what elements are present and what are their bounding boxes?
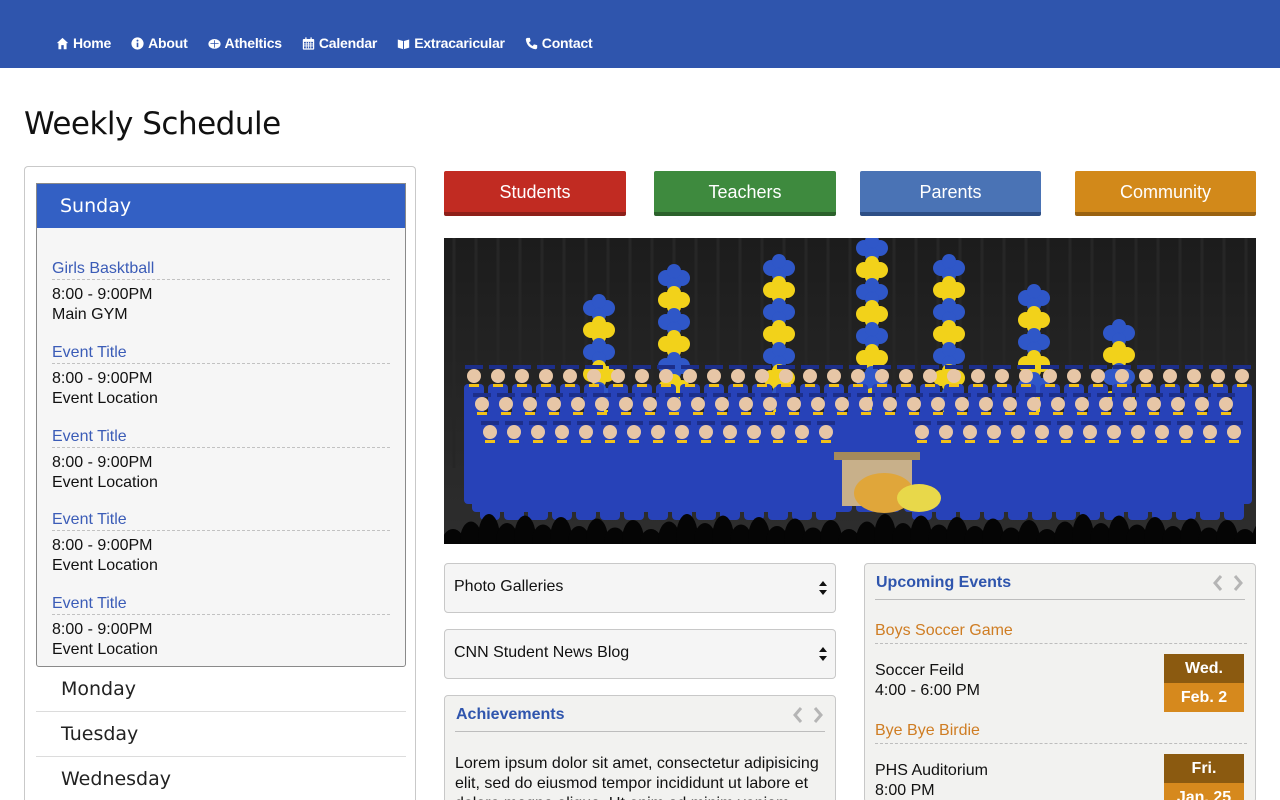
date-badge-date: Feb. 2 <box>1164 683 1244 712</box>
widget-title: Upcoming Events <box>876 574 1012 591</box>
schedule-event: Event Title 8:00 - 9:00PM Event Location <box>52 428 390 492</box>
chevron-left-icon[interactable] <box>1211 574 1225 592</box>
select-value: Photo Galleries <box>454 578 564 595</box>
day-row-monday[interactable]: Monday <box>36 667 406 712</box>
photo-galleries-select[interactable]: Photo Galleries <box>444 563 836 613</box>
event-location: Main GYM <box>52 305 128 323</box>
widget-divider <box>875 599 1245 600</box>
nav-item-contact[interactable]: Contact <box>525 35 593 51</box>
weekly-schedule-panel: Sunday Girls Basktball 8:00 - 9:00PM Mai… <box>24 166 416 800</box>
nav-item-about[interactable]: About <box>131 35 188 51</box>
calendar-icon <box>302 36 315 50</box>
graduation-illustration <box>444 238 1256 544</box>
schedule-event: Girls Basktball 8:00 - 9:00PM Main GYM <box>52 260 390 324</box>
date-badge-weekday: Fri. <box>1164 754 1244 783</box>
nav-item-label: Contact <box>541 35 593 51</box>
date-badge: Fri. Jan. 25 <box>1164 754 1244 800</box>
widget-title: Achievements <box>456 706 565 723</box>
teachers-button[interactable]: Teachers <box>654 171 836 216</box>
hero-graduation-photo <box>444 238 1256 544</box>
nav-item-label: About <box>148 35 188 51</box>
nav-item-calendar[interactable]: Calendar <box>302 35 377 51</box>
event-time: 8:00 - 9:00PM <box>52 621 153 638</box>
date-badge-date: Jan. 25 <box>1164 783 1244 800</box>
event-location: Event Location <box>52 640 158 658</box>
widget-nav <box>785 706 825 724</box>
nav-item-home[interactable]: Home <box>56 35 111 51</box>
extracurricular-icon <box>398 38 410 49</box>
widget-nav <box>1205 574 1245 592</box>
upcoming-event: Bye Bye Birdie PHS Auditorium 8:00 PM Fr… <box>875 722 1247 800</box>
event-time: 8:00 - 9:00PM <box>52 537 153 554</box>
event-time: 8:00 - 9:00PM <box>52 370 153 387</box>
nav-item-extracurricular[interactable]: Extracaricular <box>397 35 505 51</box>
event-title-link[interactable]: Event Title <box>52 428 390 448</box>
nav-menu: Home About Atheltics Calendar Extracaric… <box>56 35 613 51</box>
phone-icon <box>525 37 537 49</box>
nav-item-label: Home <box>73 35 112 51</box>
chevron-right-icon[interactable] <box>1231 574 1245 592</box>
chevron-right-icon[interactable] <box>811 706 825 724</box>
date-badge: Wed. Feb. 2 <box>1164 654 1244 712</box>
event-location: Event Location <box>52 556 158 574</box>
athletics-icon <box>207 38 221 49</box>
day-panel-active: Sunday Girls Basktball 8:00 - 9:00PM Mai… <box>36 183 406 667</box>
event-title-link[interactable]: Girls Basktball <box>52 260 390 280</box>
nav-item-label: Atheltics <box>224 35 283 51</box>
day-row-wednesday[interactable]: Wednesday <box>36 757 406 800</box>
event-title-link[interactable]: Event Title <box>52 344 390 364</box>
select-arrows-icon <box>819 581 827 595</box>
info-icon <box>131 36 144 50</box>
students-button[interactable]: Students <box>444 171 626 216</box>
home-icon <box>56 37 69 49</box>
nav-item-label: Extracaricular <box>414 35 505 51</box>
event-location: Event Location <box>52 389 158 407</box>
select-arrows-icon <box>819 647 827 661</box>
select-value: CNN Student News Blog <box>454 644 630 661</box>
schedule-event: Event Title 8:00 - 9:00PM Event Location <box>52 511 390 575</box>
date-badge-weekday: Wed. <box>1164 654 1244 683</box>
page-title: Weekly Schedule <box>24 106 281 142</box>
parents-button[interactable]: Parents <box>860 171 1041 216</box>
upcoming-event-title[interactable]: Bye Bye Birdie <box>875 722 1247 744</box>
upcoming-events-widget: Upcoming Events Boys Soccer Game Soccer … <box>864 563 1256 800</box>
event-time: 8:00 - 9:00PM <box>52 286 153 303</box>
event-title-link[interactable]: Event Title <box>52 595 390 615</box>
nav-item-label: Calendar <box>318 35 378 51</box>
day-row-tuesday[interactable]: Tuesday <box>36 712 406 757</box>
nav-item-athletics[interactable]: Atheltics <box>207 35 283 51</box>
day-header-sunday[interactable]: Sunday <box>37 184 405 228</box>
event-time: 8:00 - 9:00PM <box>52 454 153 471</box>
top-navigation: Home About Atheltics Calendar Extracaric… <box>0 0 1280 68</box>
event-title-link[interactable]: Event Title <box>52 511 390 531</box>
schedule-event: Event Title 8:00 - 9:00PM Event Location <box>52 344 390 408</box>
upcoming-event-title[interactable]: Boys Soccer Game <box>875 622 1247 644</box>
community-button[interactable]: Community <box>1075 171 1256 216</box>
schedule-event: Event Title 8:00 - 9:00PM Event Location <box>52 595 390 659</box>
event-location: Event Location <box>52 473 158 491</box>
widget-divider <box>455 731 825 732</box>
chevron-left-icon[interactable] <box>791 706 805 724</box>
achievements-text: Lorem ipsum dolor sit amet, consectetur … <box>455 755 819 800</box>
news-blog-select[interactable]: CNN Student News Blog <box>444 629 836 679</box>
upcoming-event: Boys Soccer Game Soccer Feild 4:00 - 6:0… <box>875 622 1247 712</box>
achievements-widget: Achievements Lorem ipsum dolor sit amet,… <box>444 695 836 800</box>
